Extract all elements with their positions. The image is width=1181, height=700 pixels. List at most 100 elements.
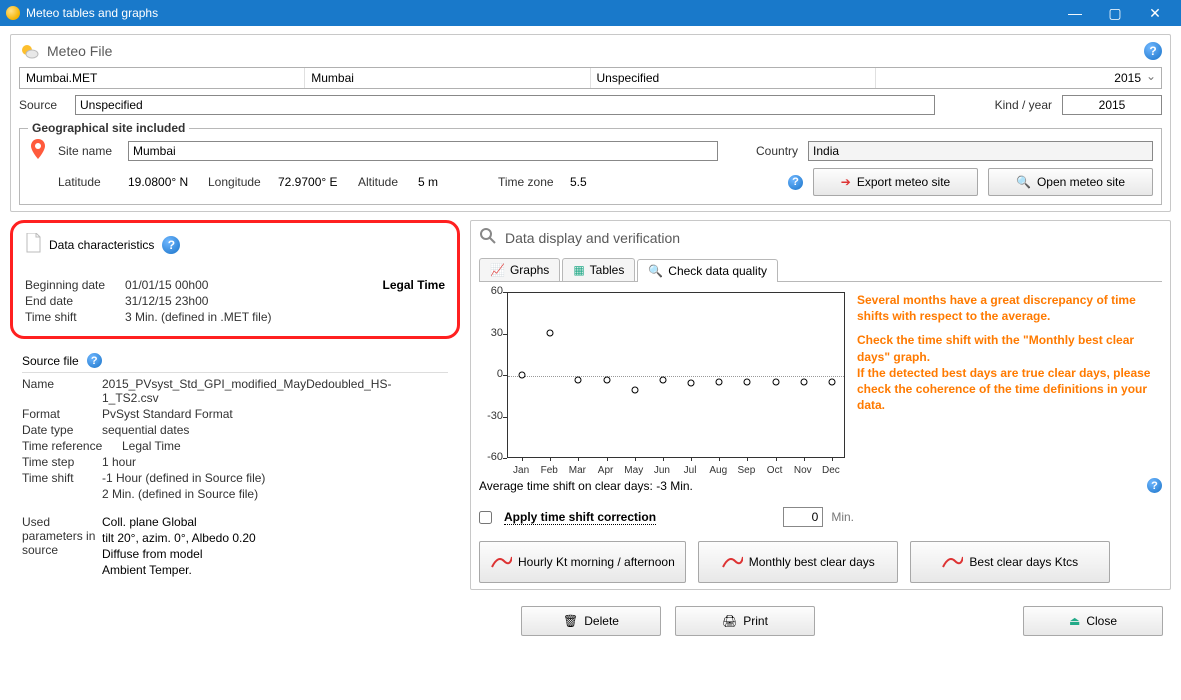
trash-icon: 🗑 — [563, 614, 578, 628]
print-button[interactable]: 🖨Print — [675, 606, 815, 636]
alt-value: 5 m — [418, 175, 458, 189]
maximize-button[interactable]: ▢ — [1095, 5, 1135, 22]
sf-timeref-label: Time reference — [22, 439, 122, 453]
sf-up-v3: Diffuse from model — [102, 547, 256, 561]
close-button[interactable]: ⏏Close — [1023, 606, 1163, 636]
sf-name-label: Name — [22, 377, 102, 405]
time-shift-label: Time shift — [25, 310, 125, 324]
end-date-label: End date — [25, 294, 125, 308]
alt-label: Altitude — [358, 175, 408, 189]
source-file-title: Source file — [22, 354, 79, 368]
apply-shift-input[interactable] — [783, 507, 823, 527]
geo-group: Geographical site included Site name Cou… — [19, 121, 1162, 205]
export-meteo-button[interactable]: ➔ Export meteo site — [813, 168, 978, 196]
sf-shift-value2: 2 Min. (defined in Source file) — [102, 487, 258, 501]
app-icon — [6, 6, 20, 20]
help-icon[interactable]: ? — [1144, 42, 1162, 60]
file-info-bar[interactable]: Mumbai.MET Mumbai Unspecified 2015 — [19, 67, 1162, 89]
begin-date-label: Beginning date — [25, 278, 125, 292]
sf-timeref-value: Legal Time — [122, 439, 181, 453]
lat-value: 19.0800° N — [128, 175, 198, 189]
timeshift-chart: -60-3003060JanFebMarAprMayJunJulAugSepOc… — [479, 288, 849, 478]
file-status: Unspecified — [591, 68, 876, 88]
curve-icon — [490, 553, 512, 571]
file-name: Mumbai.MET — [20, 68, 305, 88]
country-label: Country — [756, 144, 798, 158]
site-name-label: Site name — [58, 144, 118, 158]
help-icon[interactable]: ? — [87, 353, 102, 368]
help-icon[interactable]: ? — [1147, 478, 1162, 493]
meteo-file-title: Meteo File — [47, 43, 1136, 59]
sf-usedparam-label: Used parameters in source — [22, 515, 102, 557]
chevron-down-icon[interactable]: ⌄ — [1146, 69, 1156, 83]
printer-icon: 🖨 — [722, 614, 737, 628]
open-meteo-button[interactable]: 🔍 Open meteo site — [988, 168, 1153, 196]
country-input — [808, 141, 1153, 161]
sf-shift-value1: -1 Hour (defined in Source file) — [102, 471, 265, 485]
sf-format-value: PvSyst Standard Format — [102, 407, 233, 421]
curve-icon — [721, 553, 743, 571]
curve-icon — [941, 553, 963, 571]
tab-tables[interactable]: ▦Tables — [562, 258, 635, 281]
export-arrow-icon: ➔ — [841, 175, 851, 189]
delete-button[interactable]: 🗑Delete — [521, 606, 661, 636]
sf-name-value: 2015_PVsyst_Std_GPI_modified_MayDedouble… — [102, 377, 448, 405]
sf-up-v4: Ambient Temper. — [102, 563, 256, 577]
file-year: 2015 — [876, 68, 1161, 88]
geo-legend: Geographical site included — [28, 121, 189, 135]
file-city: Mumbai — [305, 68, 590, 88]
tabs: 📈Graphs ▦Tables 🔍Check data quality — [479, 258, 1162, 282]
source-label: Source — [19, 98, 65, 112]
data-characteristics-panel: Data characteristics ? Beginning date01/… — [10, 220, 460, 339]
pin-icon — [28, 139, 48, 162]
sf-up-v1: Coll. plane Global — [102, 515, 256, 529]
minimize-button[interactable]: — — [1055, 5, 1095, 21]
data-display-title: Data display and verification — [505, 230, 1162, 246]
help-icon[interactable]: ? — [788, 175, 803, 190]
magnifier-icon — [479, 227, 497, 248]
kind-year-label: Kind / year — [995, 98, 1052, 112]
exit-icon: ⏏ — [1069, 614, 1080, 628]
sf-shift-label: Time shift — [22, 471, 102, 485]
close-window-button[interactable]: ✕ — [1135, 5, 1175, 22]
lon-value: 72.9700° E — [278, 175, 348, 189]
time-shift-value: 3 Min. (defined in .MET file) — [125, 310, 272, 324]
meteo-file-panel: Meteo File ? Mumbai.MET Mumbai Unspecifi… — [10, 34, 1171, 212]
chart-icon: 📈 — [490, 263, 505, 277]
table-icon: ▦ — [573, 263, 584, 277]
best-clear-button[interactable]: Best clear days Ktcs — [910, 541, 1110, 583]
sf-datetype-value: sequential dates — [102, 423, 189, 437]
document-icon — [25, 233, 41, 256]
hourly-kt-button[interactable]: Hourly Kt morning / afternoon — [479, 541, 686, 583]
legal-time-label: Legal Time — [383, 278, 445, 292]
apply-shift-unit: Min. — [831, 510, 854, 524]
apply-shift-checkbox[interactable] — [479, 511, 492, 524]
sf-timestep-label: Time step — [22, 455, 102, 469]
source-file-panel: Source file ? Name2015_PVsyst_Std_GPI_mo… — [10, 345, 460, 587]
tz-label: Time zone — [498, 175, 560, 189]
titlebar: Meteo tables and graphs — ▢ ✕ — [0, 0, 1181, 26]
sf-up-v2: tilt 20°, azim. 0°, Albedo 0.20 — [102, 531, 256, 545]
apply-shift-label: Apply time shift correction — [504, 510, 656, 525]
monthly-best-button[interactable]: Monthly best clear days — [698, 541, 898, 583]
help-icon[interactable]: ? — [162, 236, 180, 254]
source-input[interactable] — [75, 95, 935, 115]
kind-year-value: 2015 — [1062, 95, 1162, 115]
warning-text: Several months have a great discrepancy … — [855, 288, 1162, 478]
data-char-title: Data characteristics — [49, 238, 154, 252]
site-name-input[interactable] — [128, 141, 718, 161]
avg-shift-text: Average time shift on clear days: -3 Min… — [479, 479, 693, 493]
data-display-panel: Data display and verification 📈Graphs ▦T… — [470, 220, 1171, 590]
sf-timestep-value: 1 hour — [102, 455, 136, 469]
lon-label: Longitude — [208, 175, 268, 189]
tab-graphs[interactable]: 📈Graphs — [479, 258, 560, 281]
window-title: Meteo tables and graphs — [26, 6, 1055, 20]
sf-datetype-label: Date type — [22, 423, 102, 437]
search-icon: 🔍 — [648, 264, 663, 278]
lat-label: Latitude — [58, 175, 118, 189]
end-date-value: 31/12/15 23h00 — [125, 294, 208, 308]
begin-date-value: 01/01/15 00h00 — [125, 278, 208, 292]
search-icon: 🔍 — [1016, 175, 1031, 189]
sun-cloud-icon — [19, 41, 39, 61]
tab-quality[interactable]: 🔍Check data quality — [637, 259, 778, 282]
